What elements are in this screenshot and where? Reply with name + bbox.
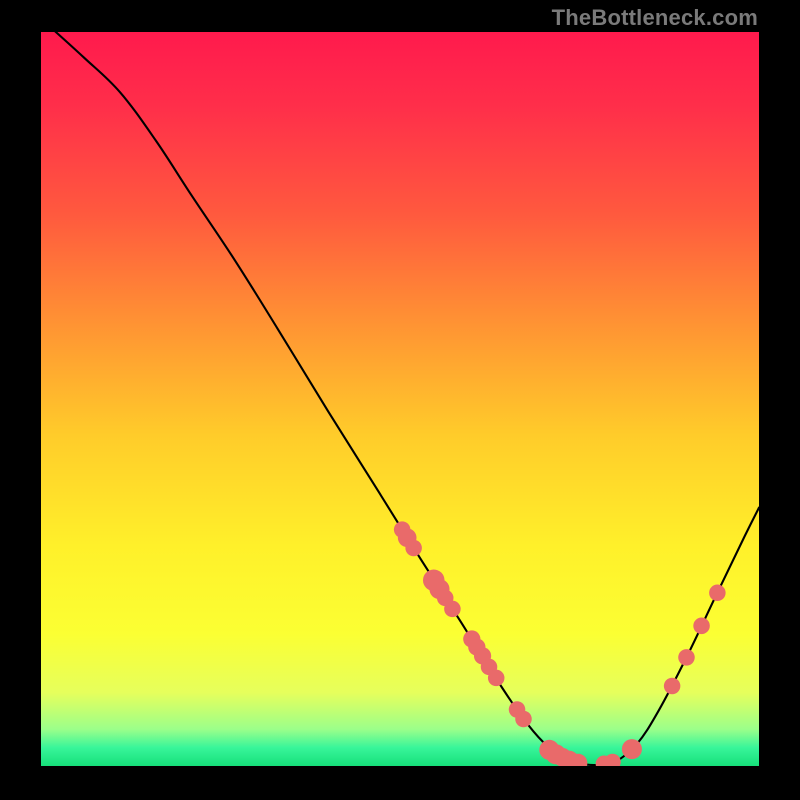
chart-frame: TheBottleneck.com xyxy=(0,0,800,800)
watermark-label: TheBottleneck.com xyxy=(552,5,758,31)
data-marker xyxy=(622,739,642,759)
data-marker xyxy=(678,649,695,666)
data-marker xyxy=(444,601,461,618)
chart-background xyxy=(41,32,759,766)
chart-svg xyxy=(41,32,759,766)
data-marker xyxy=(515,711,532,728)
data-marker xyxy=(664,678,681,695)
data-marker xyxy=(693,618,710,635)
data-marker xyxy=(709,585,726,602)
plot-area xyxy=(41,32,759,766)
data-marker xyxy=(488,670,505,687)
data-marker xyxy=(405,540,422,557)
